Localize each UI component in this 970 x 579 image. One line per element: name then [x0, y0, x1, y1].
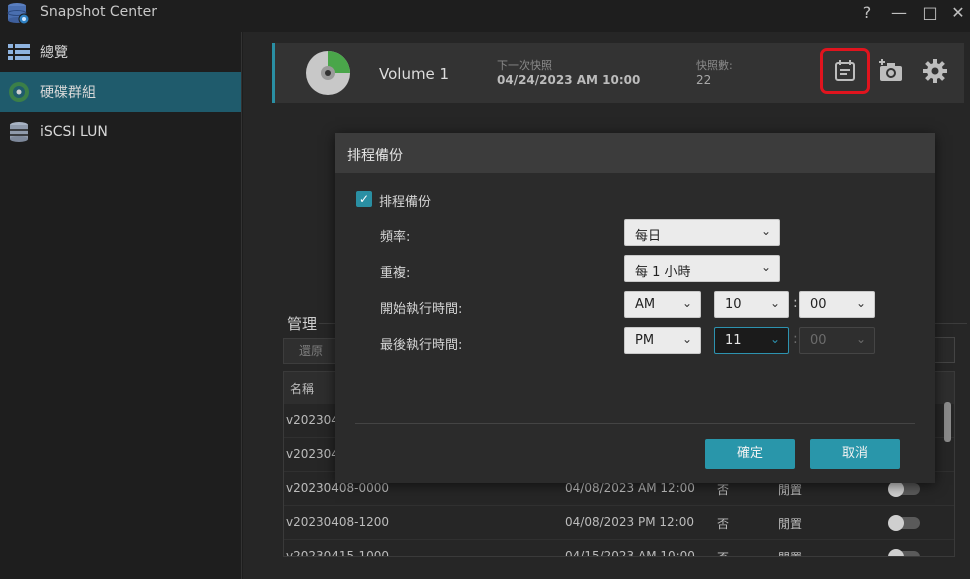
restore-button[interactable]: 還原: [283, 338, 339, 364]
schedule-backup-dialog: 排程備份 ✓ 排程備份 頻率: 每日 ⌄ 重複: 每 1 小時 ⌄ 開始執行時間…: [335, 133, 935, 483]
chevron-down-icon: ⌄: [760, 224, 771, 238]
snapshot-count-value: 22: [696, 73, 712, 87]
snapshot-name: v20230415-1000: [286, 549, 390, 557]
snapshot-locked: 否: [717, 517, 730, 531]
end-minute-select: 00 ⌄: [799, 327, 875, 354]
database-icon: [10, 122, 28, 142]
snapshot-name: v20230408-1200: [286, 515, 390, 529]
dialog-divider: [355, 423, 915, 424]
snapshot-status: 閒置: [778, 483, 803, 497]
frequency-value: 每日: [635, 229, 662, 244]
camera-add-icon[interactable]: [876, 56, 906, 86]
snapshot-status: 閒置: [778, 517, 803, 531]
next-snapshot-value: 04/24/2023 AM 10:00: [497, 73, 641, 87]
snapshot-count-label: 快照數:: [696, 59, 733, 72]
snapshot-toggle[interactable]: [888, 481, 920, 497]
app-title: Snapshot Center: [40, 4, 158, 20]
volume-card[interactable]: Volume 1 下一次快照 04/24/2023 AM 10:00 快照數: …: [272, 43, 964, 103]
maximize-icon[interactable]: □: [920, 3, 940, 23]
schedule-backup-checkbox[interactable]: ✓: [356, 191, 372, 207]
sidebar-item-overview[interactable]: 總覽: [0, 32, 241, 72]
manage-title: 管理: [287, 315, 318, 333]
help-icon[interactable]: ?: [857, 3, 877, 23]
table-row[interactable]: v20230415-1000 04/15/2023 AM 10:00 否 閒置: [284, 540, 954, 557]
time-colon: :: [793, 331, 798, 347]
app-logo-icon: [7, 3, 30, 25]
start-time-label: 開始執行時間:: [380, 302, 463, 317]
chevron-down-icon: ⌄: [769, 332, 780, 346]
time-colon: :: [793, 295, 798, 311]
title-bar: Snapshot Center ? — □ ✕: [0, 0, 970, 28]
chevron-down-icon: ⌄: [769, 296, 780, 310]
chevron-down-icon: ⌄: [760, 260, 771, 274]
end-hour-value: 11: [725, 333, 742, 348]
cancel-button[interactable]: 取消: [810, 439, 900, 469]
close-icon[interactable]: ✕: [948, 3, 968, 23]
table-scrollbar[interactable]: [944, 402, 951, 442]
start-ampm-select[interactable]: AM ⌄: [624, 291, 701, 318]
snapshot-status: 閒置: [778, 549, 802, 556]
list-icon: [8, 44, 30, 60]
snapshot-time: 04/15/2023 AM 10:00: [565, 549, 695, 557]
end-minute-value: 00: [810, 333, 827, 348]
snapshot-toggle[interactable]: [888, 549, 920, 556]
volume-name: Volume 1: [379, 65, 450, 83]
start-minute-select[interactable]: 00 ⌄: [799, 291, 875, 318]
disk-group-icon: [9, 82, 29, 102]
start-minute-value: 00: [810, 297, 827, 312]
start-ampm-value: AM: [635, 297, 656, 312]
sidebar-item-label: 硬碟群組: [40, 85, 96, 101]
dialog-header: 排程備份: [335, 133, 935, 173]
snapshot-toggle[interactable]: [888, 515, 920, 531]
frequency-label: 頻率:: [380, 230, 411, 245]
end-ampm-value: PM: [635, 333, 655, 348]
ok-button[interactable]: 確定: [705, 439, 795, 469]
next-snapshot-label: 下一次快照: [497, 59, 552, 72]
sidebar-item-label: 總覽: [40, 45, 68, 61]
start-hour-value: 10: [725, 297, 742, 312]
start-hour-select[interactable]: 10 ⌄: [714, 291, 789, 318]
chevron-down-icon: ⌄: [681, 332, 692, 346]
column-header-name[interactable]: 名稱: [290, 380, 314, 397]
end-ampm-select[interactable]: PM ⌄: [624, 327, 701, 354]
sidebar-item-disk-group[interactable]: 硬碟群組: [0, 72, 241, 112]
calendar-icon[interactable]: [830, 56, 860, 86]
volume-disk-icon: [306, 51, 350, 95]
schedule-backup-checkbox-label: 排程備份: [379, 195, 432, 210]
end-hour-select[interactable]: 11 ⌄: [714, 327, 789, 354]
chevron-down-icon: ⌄: [855, 296, 866, 310]
gear-icon[interactable]: [920, 56, 950, 86]
snapshot-time: 04/08/2023 PM 12:00: [565, 515, 694, 529]
repeat-label: 重複:: [380, 266, 411, 281]
table-row[interactable]: v20230408-1200 04/08/2023 PM 12:00 否 閒置: [284, 506, 954, 540]
snapshot-name: v20230408-0000: [286, 481, 390, 495]
sidebar-item-label: iSCSI LUN: [40, 124, 108, 140]
snapshot-time: 04/08/2023 AM 12:00: [565, 481, 695, 495]
snapshot-locked: 否: [717, 483, 730, 497]
minimize-icon[interactable]: —: [889, 3, 909, 23]
frequency-select[interactable]: 每日 ⌄: [624, 219, 780, 246]
chevron-down-icon: ⌄: [681, 296, 692, 310]
sidebar-item-iscsi-lun[interactable]: iSCSI LUN: [0, 112, 241, 152]
end-time-label: 最後執行時間:: [380, 338, 463, 353]
dialog-title: 排程備份: [347, 148, 403, 164]
repeat-select[interactable]: 每 1 小時 ⌄: [624, 255, 780, 282]
snapshot-locked: 否: [717, 549, 729, 556]
repeat-value: 每 1 小時: [635, 265, 691, 280]
chevron-down-icon: ⌄: [855, 332, 866, 346]
sidebar: 總覽 硬碟群組 iSCSI LUN: [0, 32, 242, 579]
